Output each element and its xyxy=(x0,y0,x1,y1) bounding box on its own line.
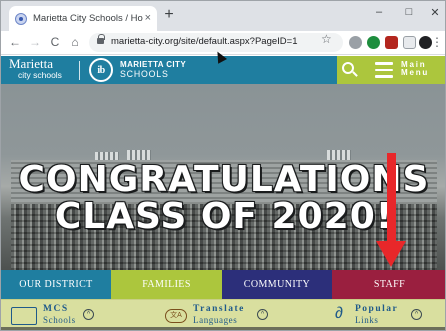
main-menu-line2: Menu xyxy=(401,68,430,78)
tab-close-icon[interactable]: × xyxy=(145,13,151,24)
popular-top: Popular xyxy=(355,304,399,314)
chevron-up-icon: ^ xyxy=(83,309,94,320)
translate-bottom: Languages xyxy=(193,315,238,325)
address-bar[interactable]: marietta-city.org/site/default.aspx?Page… xyxy=(89,33,343,52)
chevron-up-icon: ^ xyxy=(257,309,268,320)
browser-toolbar: ← → C ⌂ marietta-city.org/site/default.a… xyxy=(1,31,445,55)
school-building-icon xyxy=(11,307,37,325)
main-menu-label: Main Menu xyxy=(401,60,430,78)
home-icon[interactable]: ⌂ xyxy=(67,34,83,50)
site-favicon-icon xyxy=(15,12,27,25)
nav-community[interactable]: COMMUNITY xyxy=(222,270,332,299)
maximize-icon[interactable]: □ xyxy=(399,6,419,18)
window-close-icon[interactable]: ✕ xyxy=(425,6,445,19)
red-arrow-shaft xyxy=(387,153,396,246)
translate-icon: 文A xyxy=(165,309,187,323)
url-text: marietta-city.org/site/default.aspx?Page… xyxy=(111,36,298,47)
district-name-line2: SCHOOLS xyxy=(120,69,169,80)
link-chain-icon: ∂ xyxy=(335,305,343,322)
lock-icon xyxy=(97,34,105,44)
search-button[interactable] xyxy=(337,56,361,84)
more-menu-icon[interactable]: ⋮ xyxy=(431,34,443,50)
minimize-icon[interactable]: – xyxy=(369,6,389,18)
hero-title-line1: CONGRATULATIONS xyxy=(18,159,430,200)
extension-icon[interactable] xyxy=(349,36,362,49)
extension-puzzle-icon[interactable] xyxy=(403,36,416,49)
hero-title-line2: CLASS OF 2020! xyxy=(54,196,394,237)
bookmark-star-icon[interactable]: ☆ xyxy=(321,32,332,46)
nav-our-district[interactable]: OUR DISTRICT xyxy=(1,270,111,299)
extension-red-icon[interactable] xyxy=(385,36,398,49)
district-name: MARIETTA CITY SCHOOLS xyxy=(120,60,186,79)
nav-families[interactable]: FAMILIES xyxy=(111,270,222,299)
back-icon[interactable]: ← xyxy=(7,34,23,50)
extension-green-icon[interactable] xyxy=(367,36,380,49)
tab-title: Marietta City Schools / Homepa xyxy=(33,13,143,24)
chevron-up-icon: ^ xyxy=(411,309,422,320)
tab-strip: Marietta City Schools / Homepa × + – □ ✕ xyxy=(1,1,445,31)
marietta-logo[interactable]: Marietta city schools xyxy=(9,57,75,83)
ib-seal-icon: ib xyxy=(89,58,113,82)
logo-text-city-schools: city schools xyxy=(18,70,62,80)
forward-icon[interactable]: → xyxy=(27,34,43,50)
browser-tab[interactable]: Marietta City Schools / Homepa × xyxy=(9,6,157,31)
mcs-schools-top: MCS xyxy=(43,304,69,314)
hero-title: CONGRATULATIONS CLASS OF 2020! xyxy=(1,159,445,237)
reload-icon[interactable]: C xyxy=(47,34,63,50)
mcs-schools-bottom: Schools xyxy=(43,315,76,325)
popular-bottom: Links xyxy=(355,315,379,325)
new-tab-icon[interactable]: + xyxy=(161,7,177,24)
search-icon-handle xyxy=(352,71,358,77)
page-bottom-strip xyxy=(1,327,445,330)
main-navigation: OUR DISTRICT FAMILIES COMMUNITY STAFF xyxy=(1,270,445,299)
district-name-line1: MARIETTA CITY xyxy=(120,60,187,69)
main-menu-button[interactable]: Main Menu xyxy=(361,56,445,84)
red-arrow-icon xyxy=(376,241,406,267)
browser-window: Marietta City Schools / Homepa × + – □ ✕… xyxy=(0,0,446,331)
header-divider xyxy=(79,61,80,80)
translate-top: Translate xyxy=(193,304,245,314)
hamburger-icon xyxy=(375,62,393,78)
logo-text-marietta: Marietta xyxy=(9,56,54,71)
nav-staff[interactable]: STAFF xyxy=(332,270,445,299)
